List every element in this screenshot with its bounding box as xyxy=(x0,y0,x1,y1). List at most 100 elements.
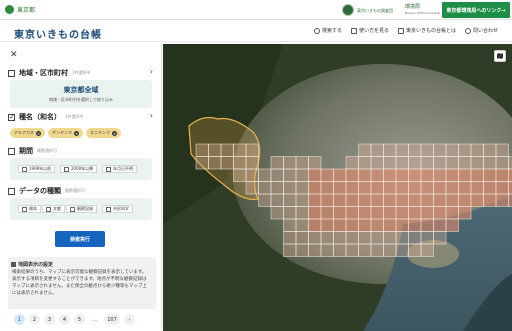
grid-cell[interactable] xyxy=(345,206,359,220)
grid-cell[interactable] xyxy=(420,156,434,170)
map-settings-title[interactable]: 地図表示の設定 xyxy=(11,261,53,268)
grid-cell[interactable] xyxy=(245,181,259,195)
grid-cell[interactable] xyxy=(333,206,347,220)
grid-cell[interactable] xyxy=(408,218,422,232)
grid-cell[interactable] xyxy=(408,243,422,257)
grid-cell[interactable] xyxy=(320,181,334,195)
grid-cell[interactable] xyxy=(358,243,372,257)
grid-cell[interactable] xyxy=(445,218,459,232)
remove-tag-icon[interactable]: × xyxy=(74,130,79,136)
grid-cell[interactable] xyxy=(458,181,472,195)
grid-cell[interactable] xyxy=(270,181,284,195)
period-checkbox[interactable] xyxy=(8,147,15,155)
grid-cell[interactable] xyxy=(308,168,322,182)
grid-cell[interactable] xyxy=(320,243,334,257)
grid-cell[interactable] xyxy=(433,206,447,220)
grid-cell[interactable] xyxy=(283,181,297,195)
grid-cell[interactable] xyxy=(508,156,512,170)
nav-contact[interactable]: 問い合わせ xyxy=(464,27,498,34)
grid-cell[interactable] xyxy=(208,143,222,157)
grid-cell[interactable] xyxy=(333,181,347,195)
grid-cell[interactable] xyxy=(483,193,497,207)
grid-cell[interactable] xyxy=(383,231,397,245)
grid-cell[interactable] xyxy=(245,168,259,182)
nav-about[interactable]: 東京いきもの台帳とは xyxy=(397,27,456,34)
grid-cell[interactable] xyxy=(358,193,372,207)
grid-cell[interactable] xyxy=(495,181,509,195)
app-title[interactable]: 東京いきもの台帳 xyxy=(14,26,102,41)
grid-cell[interactable] xyxy=(458,206,472,220)
grid-cell[interactable] xyxy=(283,231,297,245)
grid-cell[interactable] xyxy=(408,231,422,245)
grid-cell[interactable] xyxy=(295,231,309,245)
grid-cell[interactable] xyxy=(345,231,359,245)
grid-cell[interactable] xyxy=(283,168,297,182)
grid-cell[interactable] xyxy=(283,243,297,257)
grid-cell[interactable] xyxy=(445,156,459,170)
grid-cell[interactable] xyxy=(433,143,447,157)
grid-cell[interactable] xyxy=(358,156,372,170)
grid-cell[interactable] xyxy=(383,181,397,195)
grid-cell[interactable] xyxy=(408,181,422,195)
grid-cell[interactable] xyxy=(358,206,372,220)
grid-cell[interactable] xyxy=(395,193,409,207)
page-5[interactable]: 5 xyxy=(74,314,85,325)
map-view[interactable] xyxy=(163,44,512,331)
page-3[interactable]: 3 xyxy=(44,314,55,325)
grid-cell[interactable] xyxy=(333,168,347,182)
grid-cell[interactable] xyxy=(433,181,447,195)
remove-tag-icon[interactable]: × xyxy=(36,130,41,136)
grid-cell[interactable] xyxy=(195,143,209,157)
grid-cell[interactable] xyxy=(408,206,422,220)
grid-cell[interactable] xyxy=(308,193,322,207)
grid-cell[interactable] xyxy=(233,156,247,170)
grid-cell[interactable] xyxy=(345,181,359,195)
grid-cell[interactable] xyxy=(470,143,484,157)
datatype-option[interactable]: 標本 xyxy=(18,205,41,213)
grid-cell[interactable] xyxy=(408,156,422,170)
nav-how-to[interactable]: 使い方を見る xyxy=(350,27,389,34)
grid-cell[interactable] xyxy=(270,193,284,207)
grid-cell[interactable] xyxy=(370,193,384,207)
grid-cell[interactable] xyxy=(283,156,297,170)
grid-cell[interactable] xyxy=(495,156,509,170)
grid-cell[interactable] xyxy=(470,168,484,182)
grid-cell[interactable] xyxy=(395,231,409,245)
grid-cell[interactable] xyxy=(470,156,484,170)
map-layers-icon[interactable] xyxy=(494,50,506,62)
grid-cell[interactable] xyxy=(295,181,309,195)
grid-cell[interactable] xyxy=(345,243,359,257)
page-4[interactable]: 4 xyxy=(59,314,70,325)
grid-cell[interactable] xyxy=(245,156,259,170)
nav-search[interactable]: 検索する xyxy=(313,27,342,34)
grid-cell[interactable] xyxy=(358,168,372,182)
grid-cell[interactable] xyxy=(433,218,447,232)
chevron-right-icon[interactable]: › xyxy=(150,67,153,76)
grid-cell[interactable] xyxy=(383,143,397,157)
grid-cell[interactable] xyxy=(295,156,309,170)
grid-cell[interactable] xyxy=(420,168,434,182)
grid-cell[interactable] xyxy=(408,193,422,207)
grid-cell[interactable] xyxy=(233,168,247,182)
grid-cell[interactable] xyxy=(408,168,422,182)
grid-cell[interactable] xyxy=(308,243,322,257)
filter-species-header[interactable]: 種名（和名） 3件選択中 xyxy=(8,112,84,122)
grid-cell[interactable] xyxy=(270,156,284,170)
grid-cell[interactable] xyxy=(420,231,434,245)
area-checkbox[interactable] xyxy=(8,69,15,77)
grid-cell[interactable] xyxy=(370,243,384,257)
grid-cell[interactable] xyxy=(295,218,309,232)
grid-cell[interactable] xyxy=(495,143,509,157)
grid-cell[interactable] xyxy=(320,218,334,232)
area-selection-box[interactable]: 東京都全域 地域・区市町村を選択して絞り込み xyxy=(10,80,152,108)
filter-period-header[interactable]: 期間 複数選択可 xyxy=(8,146,57,156)
datatype-option[interactable]: 市民科学 xyxy=(102,205,133,213)
grid-cell[interactable] xyxy=(495,168,509,182)
species-tag[interactable]: アキアカネ × xyxy=(10,128,45,138)
grid-cell[interactable] xyxy=(320,168,334,182)
page-1[interactable]: 1 xyxy=(14,314,25,325)
grid-cell[interactable] xyxy=(358,231,372,245)
grid-cell[interactable] xyxy=(220,143,234,157)
grid-cell[interactable] xyxy=(333,218,347,232)
grid-cell[interactable] xyxy=(283,193,297,207)
